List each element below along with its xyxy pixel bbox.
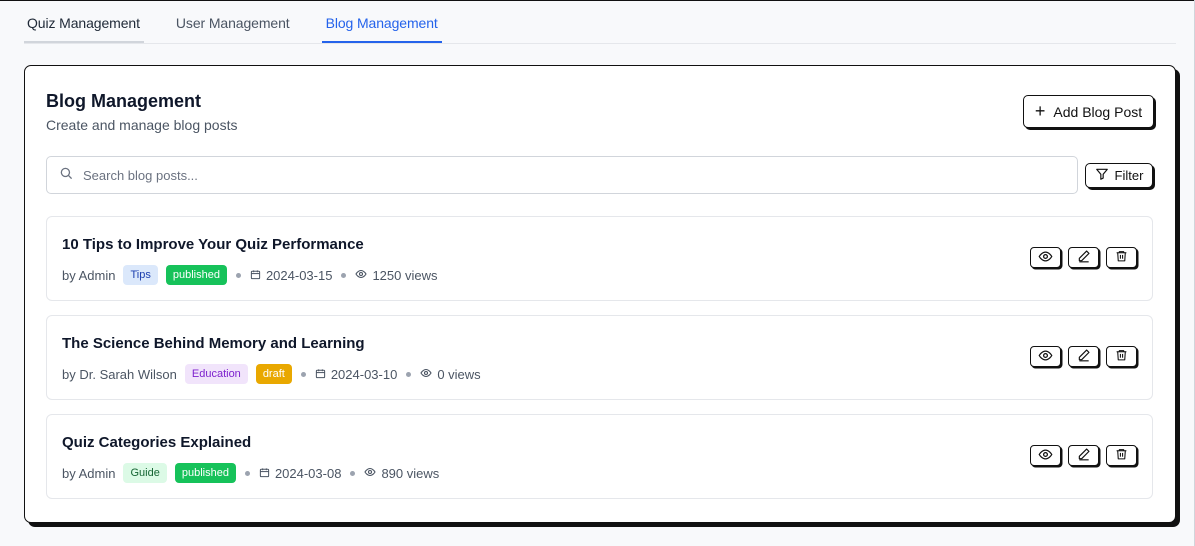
post-actions [1030, 247, 1137, 268]
blog-management-card: Blog Management Create and manage blog p… [24, 65, 1176, 523]
calendar-icon [315, 367, 326, 382]
search-icon [47, 166, 73, 185]
tab-user-management[interactable]: User Management [172, 15, 294, 43]
eye-icon [355, 268, 368, 283]
calendar-icon [250, 268, 261, 283]
post-date: 2024-03-15 [250, 267, 333, 283]
post-actions [1030, 445, 1137, 466]
post-title: 10 Tips to Improve Your Quiz Performance [62, 236, 364, 253]
separator-dot [350, 470, 356, 476]
edit-post-button[interactable] [1068, 445, 1099, 466]
delete-post-button[interactable] [1106, 247, 1137, 268]
tab-bar: Quiz Management User Management Blog Man… [24, 8, 1176, 44]
separator-dot [406, 371, 412, 377]
post-author: by Admin [62, 267, 116, 283]
status-badge: published [165, 265, 227, 285]
post-meta: by Admin Guide published 2024-03-08 890 … [62, 463, 447, 483]
category-badge: Guide [123, 463, 167, 483]
view-post-button[interactable] [1030, 346, 1061, 367]
trash-icon [1115, 249, 1128, 266]
post-author: by Admin [62, 465, 116, 481]
card-subtitle: Create and manage blog posts [46, 117, 238, 133]
plus-icon: + [1034, 100, 1046, 121]
post-author: by Dr. Sarah Wilson [62, 366, 177, 382]
eye-icon [364, 466, 377, 481]
delete-post-button[interactable] [1106, 445, 1137, 466]
post-title: The Science Behind Memory and Learning [62, 335, 365, 352]
add-blog-post-button[interactable]: + Add Blog Post [1023, 95, 1154, 128]
trash-icon [1115, 348, 1128, 365]
post-date: 2024-03-08 [259, 465, 342, 481]
pencil-icon [1077, 249, 1091, 266]
category-badge: Tips [123, 265, 158, 285]
post-actions [1030, 346, 1137, 367]
add-blog-post-label: Add Blog Post [1053, 103, 1143, 120]
calendar-icon [259, 466, 270, 481]
pencil-icon [1077, 348, 1091, 365]
blog-post-item: Quiz Categories Explained by Admin Guide… [46, 414, 1153, 499]
view-post-button[interactable] [1030, 247, 1061, 268]
eye-icon [420, 367, 432, 382]
separator-dot [341, 272, 347, 278]
separator-dot [235, 272, 241, 278]
filter-button[interactable]: Filter [1085, 163, 1153, 188]
edit-post-button[interactable] [1068, 346, 1099, 367]
post-views-text: 890 views [381, 465, 440, 481]
post-meta: by Admin Tips published 2024-03-15 1250 … [62, 265, 446, 285]
post-views: 0 views [420, 366, 481, 382]
tab-quiz-management[interactable]: Quiz Management [24, 15, 144, 43]
card-title: Blog Management [46, 91, 202, 111]
post-views: 890 views [364, 466, 439, 481]
search-input[interactable] [83, 167, 1043, 183]
post-meta: by Dr. Sarah Wilson Education draft 2024… [62, 364, 489, 384]
blog-post-item: The Science Behind Memory and Learning b… [46, 315, 1153, 400]
status-badge: published [174, 463, 236, 483]
post-title: Quiz Categories Explained [62, 434, 252, 451]
eye-icon [1038, 249, 1053, 267]
post-date-text: 2024-03-15 [265, 267, 333, 283]
tab-blog-management[interactable]: Blog Management [321, 15, 442, 43]
post-views-text: 0 views [437, 366, 481, 382]
filter-icon [1095, 167, 1109, 184]
post-views: 1250 views [355, 267, 438, 283]
edit-post-button[interactable] [1068, 247, 1099, 268]
separator-dot [244, 470, 250, 476]
blog-post-item: 10 Tips to Improve Your Quiz Performance… [46, 216, 1153, 301]
post-views-text: 1250 views [372, 267, 438, 283]
status-badge: draft [255, 364, 292, 384]
delete-post-button[interactable] [1106, 346, 1137, 367]
pencil-icon [1077, 447, 1091, 464]
search-box [46, 156, 1078, 194]
category-badge: Education [184, 364, 248, 384]
view-post-button[interactable] [1030, 445, 1061, 466]
post-date: 2024-03-10 [315, 366, 398, 382]
post-date-text: 2024-03-08 [274, 465, 342, 481]
eye-icon [1038, 447, 1053, 465]
trash-icon [1115, 447, 1128, 464]
post-date-text: 2024-03-10 [330, 366, 398, 382]
window-top-border [0, 0, 1195, 1]
separator-dot [300, 371, 306, 377]
filter-label: Filter [1114, 168, 1144, 183]
eye-icon [1038, 348, 1053, 366]
